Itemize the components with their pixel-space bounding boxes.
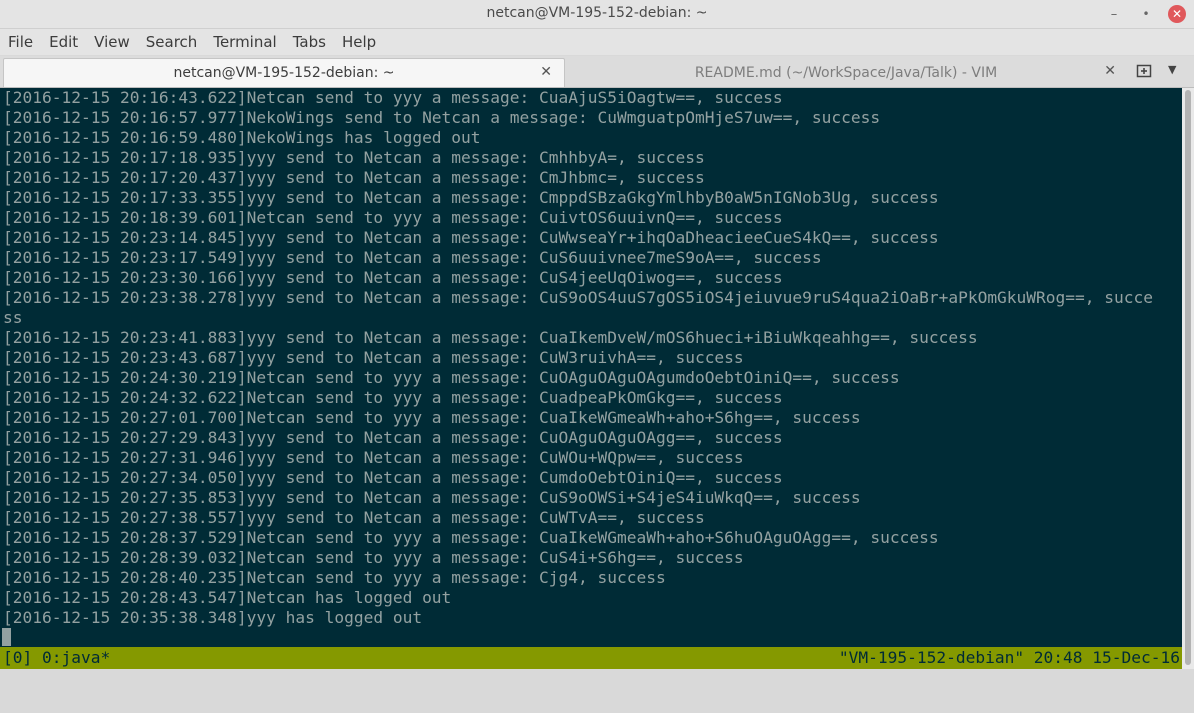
terminal-line: [2016-12-15 20:17:20.437]yyy send to Net… (3, 168, 705, 187)
maximize-icon[interactable]: • (1137, 5, 1155, 23)
terminal-line: [2016-12-15 20:28:43.547]Netcan has logg… (3, 588, 452, 607)
new-tab-icon[interactable] (1136, 63, 1152, 79)
menu-edit[interactable]: Edit (41, 29, 86, 55)
terminal-line: [2016-12-15 20:23:30.166]yyy send to Net… (3, 268, 783, 287)
close-icon[interactable]: ✕ (1168, 5, 1186, 23)
terminal-line: [2016-12-15 20:27:01.700]Netcan send to … (3, 408, 861, 427)
terminal-line: [2016-12-15 20:28:37.529]Netcan send to … (3, 528, 939, 547)
tmux-window-list: [0] 0:java* (3, 648, 111, 667)
window-title: netcan@VM-195-152-debian: ~ (486, 5, 708, 21)
terminal-lines: [2016-12-15 20:16:43.622]Netcan send to … (3, 88, 1153, 628)
menu-help[interactable]: Help (334, 29, 384, 55)
terminal-scrollbar[interactable] (1182, 88, 1194, 669)
terminal-line: [2016-12-15 20:35:38.348]yyy has logged … (3, 608, 423, 627)
terminal-line: [2016-12-15 20:27:31.946]yyy send to Net… (3, 448, 744, 467)
terminal-line: [2016-12-15 20:27:34.050]yyy send to Net… (3, 468, 783, 487)
terminal-line: [2016-12-15 20:27:35.853]yyy send to Net… (3, 488, 861, 507)
terminal-cursor (2, 628, 11, 646)
tab-close-icon[interactable]: ✕ (1104, 63, 1116, 79)
menubar: File Edit View Search Terminal Tabs Help (0, 29, 1194, 55)
menu-tabs[interactable]: Tabs (285, 29, 334, 55)
menu-view[interactable]: View (86, 29, 138, 55)
tab-vim-readme[interactable]: README.md (~/WorkSpace/Java/Talk) - VIM … (566, 58, 1126, 87)
terminal-line: [2016-12-15 20:16:57.977]NekoWings send … (3, 108, 881, 127)
terminal-line: [2016-12-15 20:23:41.883]yyy send to Net… (3, 328, 978, 347)
terminal-output[interactable]: [2016-12-15 20:16:43.622]Netcan send to … (0, 88, 1182, 647)
tab-label: README.md (~/WorkSpace/Java/Talk) - VIM (694, 64, 998, 81)
terminal-line: [2016-12-15 20:17:18.935]yyy send to Net… (3, 148, 705, 167)
terminal-line: [2016-12-15 20:28:40.235]Netcan send to … (3, 568, 666, 587)
terminal-line: [2016-12-15 20:23:43.687]yyy send to Net… (3, 348, 744, 367)
terminal-line: [2016-12-15 20:16:59.480]NekoWings has l… (3, 128, 481, 147)
terminal-line: [2016-12-15 20:17:33.355]yyy send to Net… (3, 188, 939, 207)
terminal-line: ss (3, 308, 23, 327)
terminal-line: [2016-12-15 20:27:38.557]yyy send to Net… (3, 508, 705, 527)
tmux-status-right: "VM-195-152-debian" 20:48 15-Dec-16 (838, 648, 1180, 667)
menu-file[interactable]: File (0, 29, 41, 55)
tab-list-chevron-down-icon[interactable]: ▼ (1168, 63, 1176, 76)
menu-search[interactable]: Search (138, 29, 206, 55)
tab-close-icon[interactable]: ✕ (540, 64, 552, 80)
scrollbar-thumb[interactable] (1185, 90, 1191, 665)
terminal-line: [2016-12-15 20:24:32.622]Netcan send to … (3, 388, 783, 407)
terminal-line: [2016-12-15 20:24:30.219]Netcan send to … (3, 368, 900, 387)
minimize-icon[interactable]: – (1105, 5, 1123, 23)
tab-bar: netcan@VM-195-152-debian: ~ ✕ README.md … (0, 56, 1194, 88)
terminal-line: [2016-12-15 20:23:17.549]yyy send to Net… (3, 248, 822, 267)
terminal-line: [2016-12-15 20:23:14.845]yyy send to Net… (3, 228, 939, 247)
tmux-statusbar: [0] 0:java* "VM-195-152-debian" 20:48 15… (0, 647, 1182, 669)
terminal-line: [2016-12-15 20:23:38.278]yyy send to Net… (3, 288, 1153, 307)
window-titlebar[interactable]: netcan@VM-195-152-debian: ~ – • ✕ (0, 0, 1194, 29)
terminal-line: [2016-12-15 20:16:43.622]Netcan send to … (3, 88, 783, 107)
tab-label: netcan@VM-195-152-debian: ~ (173, 65, 395, 81)
tab-terminal[interactable]: netcan@VM-195-152-debian: ~ ✕ (3, 58, 565, 87)
terminal-line: [2016-12-15 20:18:39.601]Netcan send to … (3, 208, 783, 227)
terminal-line: [2016-12-15 20:28:39.032]Netcan send to … (3, 548, 744, 567)
terminal-line: [2016-12-15 20:27:29.843]yyy send to Net… (3, 428, 783, 447)
menu-terminal[interactable]: Terminal (205, 29, 284, 55)
